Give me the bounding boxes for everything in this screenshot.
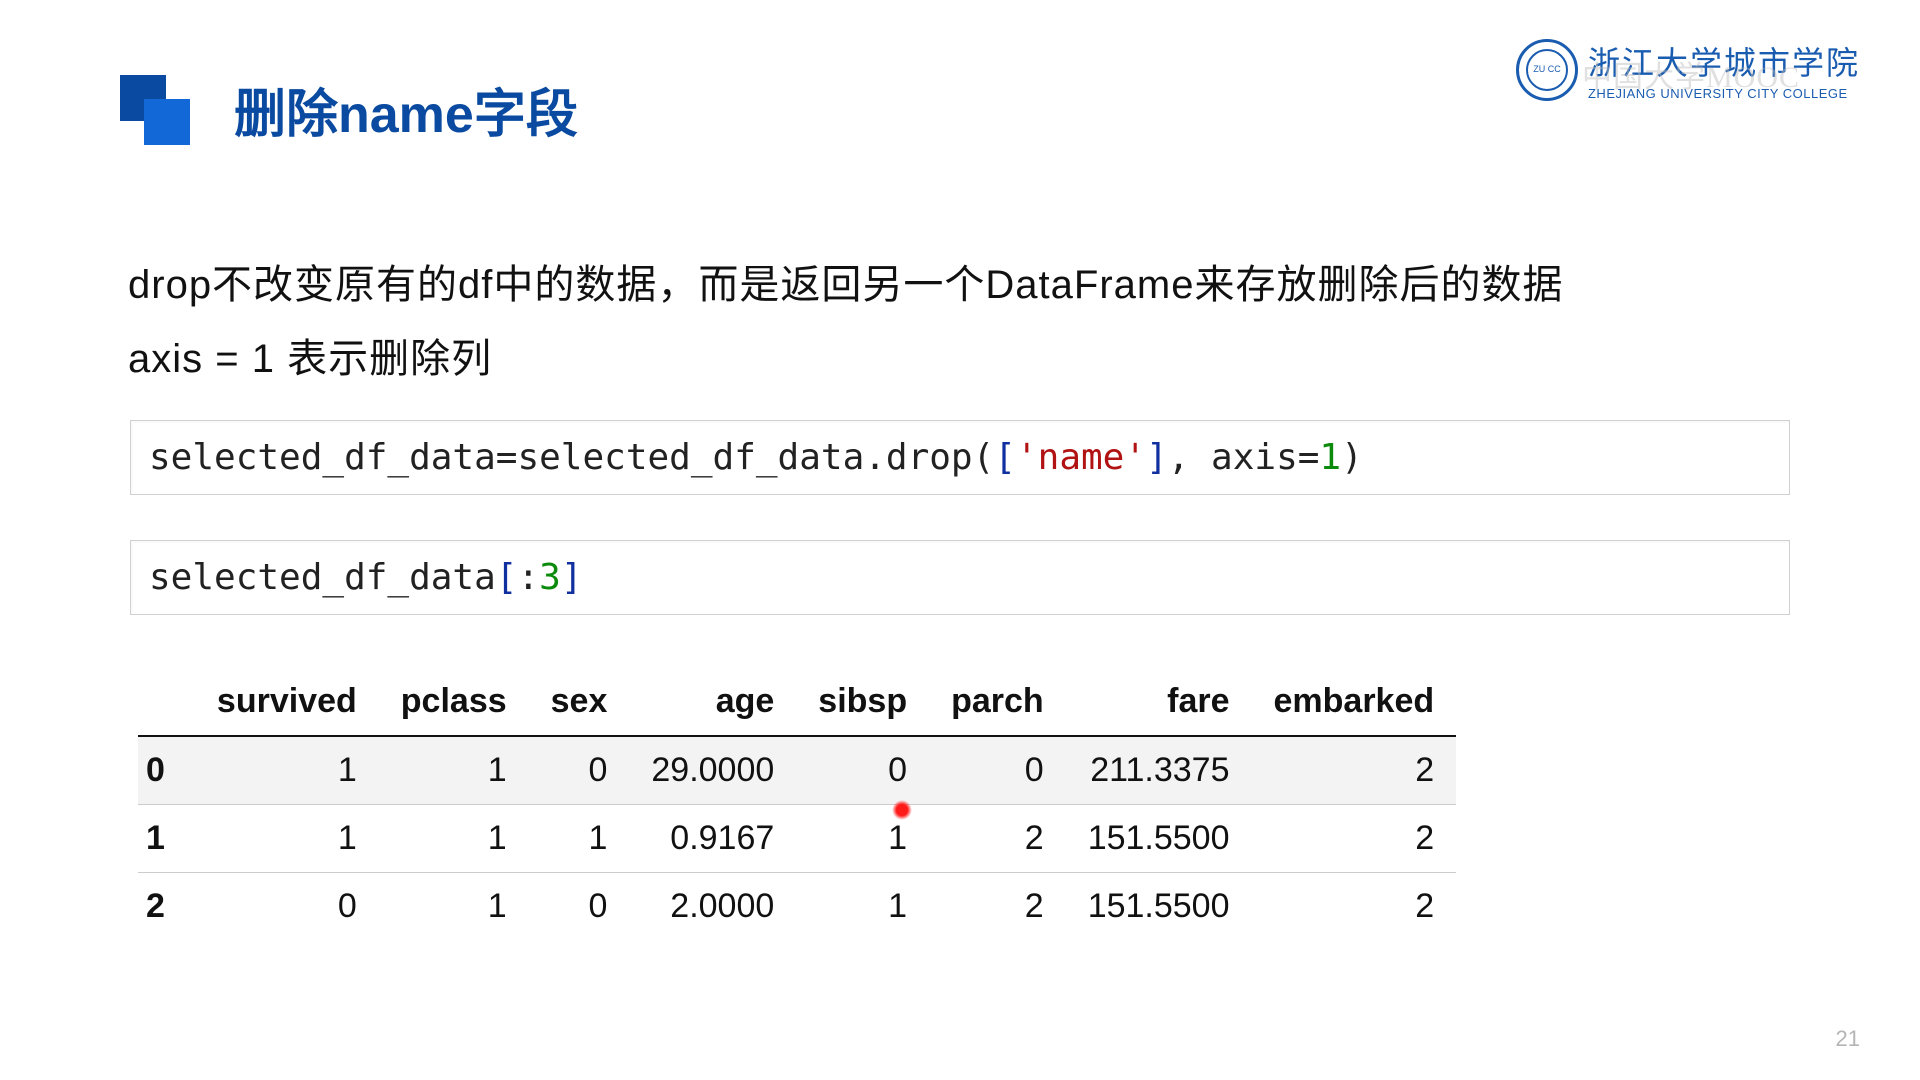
dataframe-table: survived pclass sex age sibsp parch fare… xyxy=(138,668,1456,940)
cell: 2 xyxy=(929,873,1066,941)
cell: 1 xyxy=(195,736,379,805)
cell: 1 xyxy=(195,805,379,873)
cell: 0 xyxy=(929,736,1066,805)
code2-num: 3 xyxy=(539,557,561,598)
code1-string: 'name' xyxy=(1016,437,1146,478)
cell: 0 xyxy=(796,736,929,805)
cell: 211.3375 xyxy=(1066,736,1252,805)
th-sex: sex xyxy=(529,668,630,736)
th-pclass: pclass xyxy=(379,668,529,736)
body-line-2: axis = 1 表示删除列 xyxy=(128,322,1563,396)
cell: 29.0000 xyxy=(629,736,796,805)
body-line-1: drop不改变原有的df中的数据，而是返回另一个DataFrame来存放删除后的… xyxy=(128,248,1563,322)
cell: 1 xyxy=(796,873,929,941)
table-body: 011029.000000211.3375211110.916712151.55… xyxy=(138,736,1456,940)
code1-comma: , axis= xyxy=(1168,437,1320,478)
table-row: 011029.000000211.33752 xyxy=(138,736,1456,805)
watermark-text: 中国大学MOOC xyxy=(1582,52,1800,96)
code2-open: [ xyxy=(496,557,518,598)
cell: 2 xyxy=(1252,805,1457,873)
code1-lbrack: [ xyxy=(994,437,1016,478)
table-header-row: survived pclass sex age sibsp parch fare… xyxy=(138,668,1456,736)
cell: 1 xyxy=(379,736,529,805)
code2-colon: : xyxy=(517,557,539,598)
dataframe-output: survived pclass sex age sibsp parch fare… xyxy=(138,668,1456,940)
code1-num: 1 xyxy=(1319,437,1341,478)
slide-title: 删除name字段 xyxy=(234,72,578,147)
th-survived: survived xyxy=(195,668,379,736)
th-sibsp: sibsp xyxy=(796,668,929,736)
table-row: 20102.000012151.55002 xyxy=(138,873,1456,941)
cell: 0 xyxy=(529,736,630,805)
cell: 2 xyxy=(1252,873,1457,941)
cell: 151.5500 xyxy=(1066,805,1252,873)
th-age: age xyxy=(629,668,796,736)
laser-pointer-icon xyxy=(892,800,912,820)
watermark-label: 中国大学MOOC xyxy=(1582,61,1800,94)
cell: 0 xyxy=(529,873,630,941)
cell: 2.0000 xyxy=(629,873,796,941)
cell: 2 xyxy=(929,805,1066,873)
row-index: 1 xyxy=(138,805,195,873)
cell: 0.9167 xyxy=(629,805,796,873)
page-number: 21 xyxy=(1836,1026,1860,1052)
code2-close: ] xyxy=(561,557,583,598)
th-fare: fare xyxy=(1066,668,1252,736)
code-cell-1: selected_df_data=selected_df_data.drop([… xyxy=(130,420,1790,495)
cell: 151.5500 xyxy=(1066,873,1252,941)
table-row: 11110.916712151.55002 xyxy=(138,805,1456,873)
cell: 1 xyxy=(529,805,630,873)
seal-text: ZU CC xyxy=(1533,65,1561,74)
body-text: drop不改变原有的df中的数据，而是返回另一个DataFrame来存放删除后的… xyxy=(128,248,1563,396)
code1-close: ) xyxy=(1341,437,1363,478)
code2-prefix: selected_df_data xyxy=(149,557,496,598)
cell: 1 xyxy=(379,873,529,941)
th-parch: parch xyxy=(929,668,1066,736)
th-index xyxy=(138,668,195,736)
cell: 0 xyxy=(195,873,379,941)
th-embarked: embarked xyxy=(1252,668,1457,736)
cell: 2 xyxy=(1252,736,1457,805)
code1-rbrack: ] xyxy=(1146,437,1168,478)
title-bullet-icon xyxy=(120,75,190,145)
code1-prefix: selected_df_data=selected_df_data.drop( xyxy=(149,437,994,478)
row-index: 2 xyxy=(138,873,195,941)
code-cell-2: selected_df_data[:3] xyxy=(130,540,1790,615)
cell: 1 xyxy=(379,805,529,873)
slide-title-block: 删除name字段 xyxy=(120,72,578,147)
seal-icon: ZU CC xyxy=(1516,39,1578,101)
row-index: 0 xyxy=(138,736,195,805)
